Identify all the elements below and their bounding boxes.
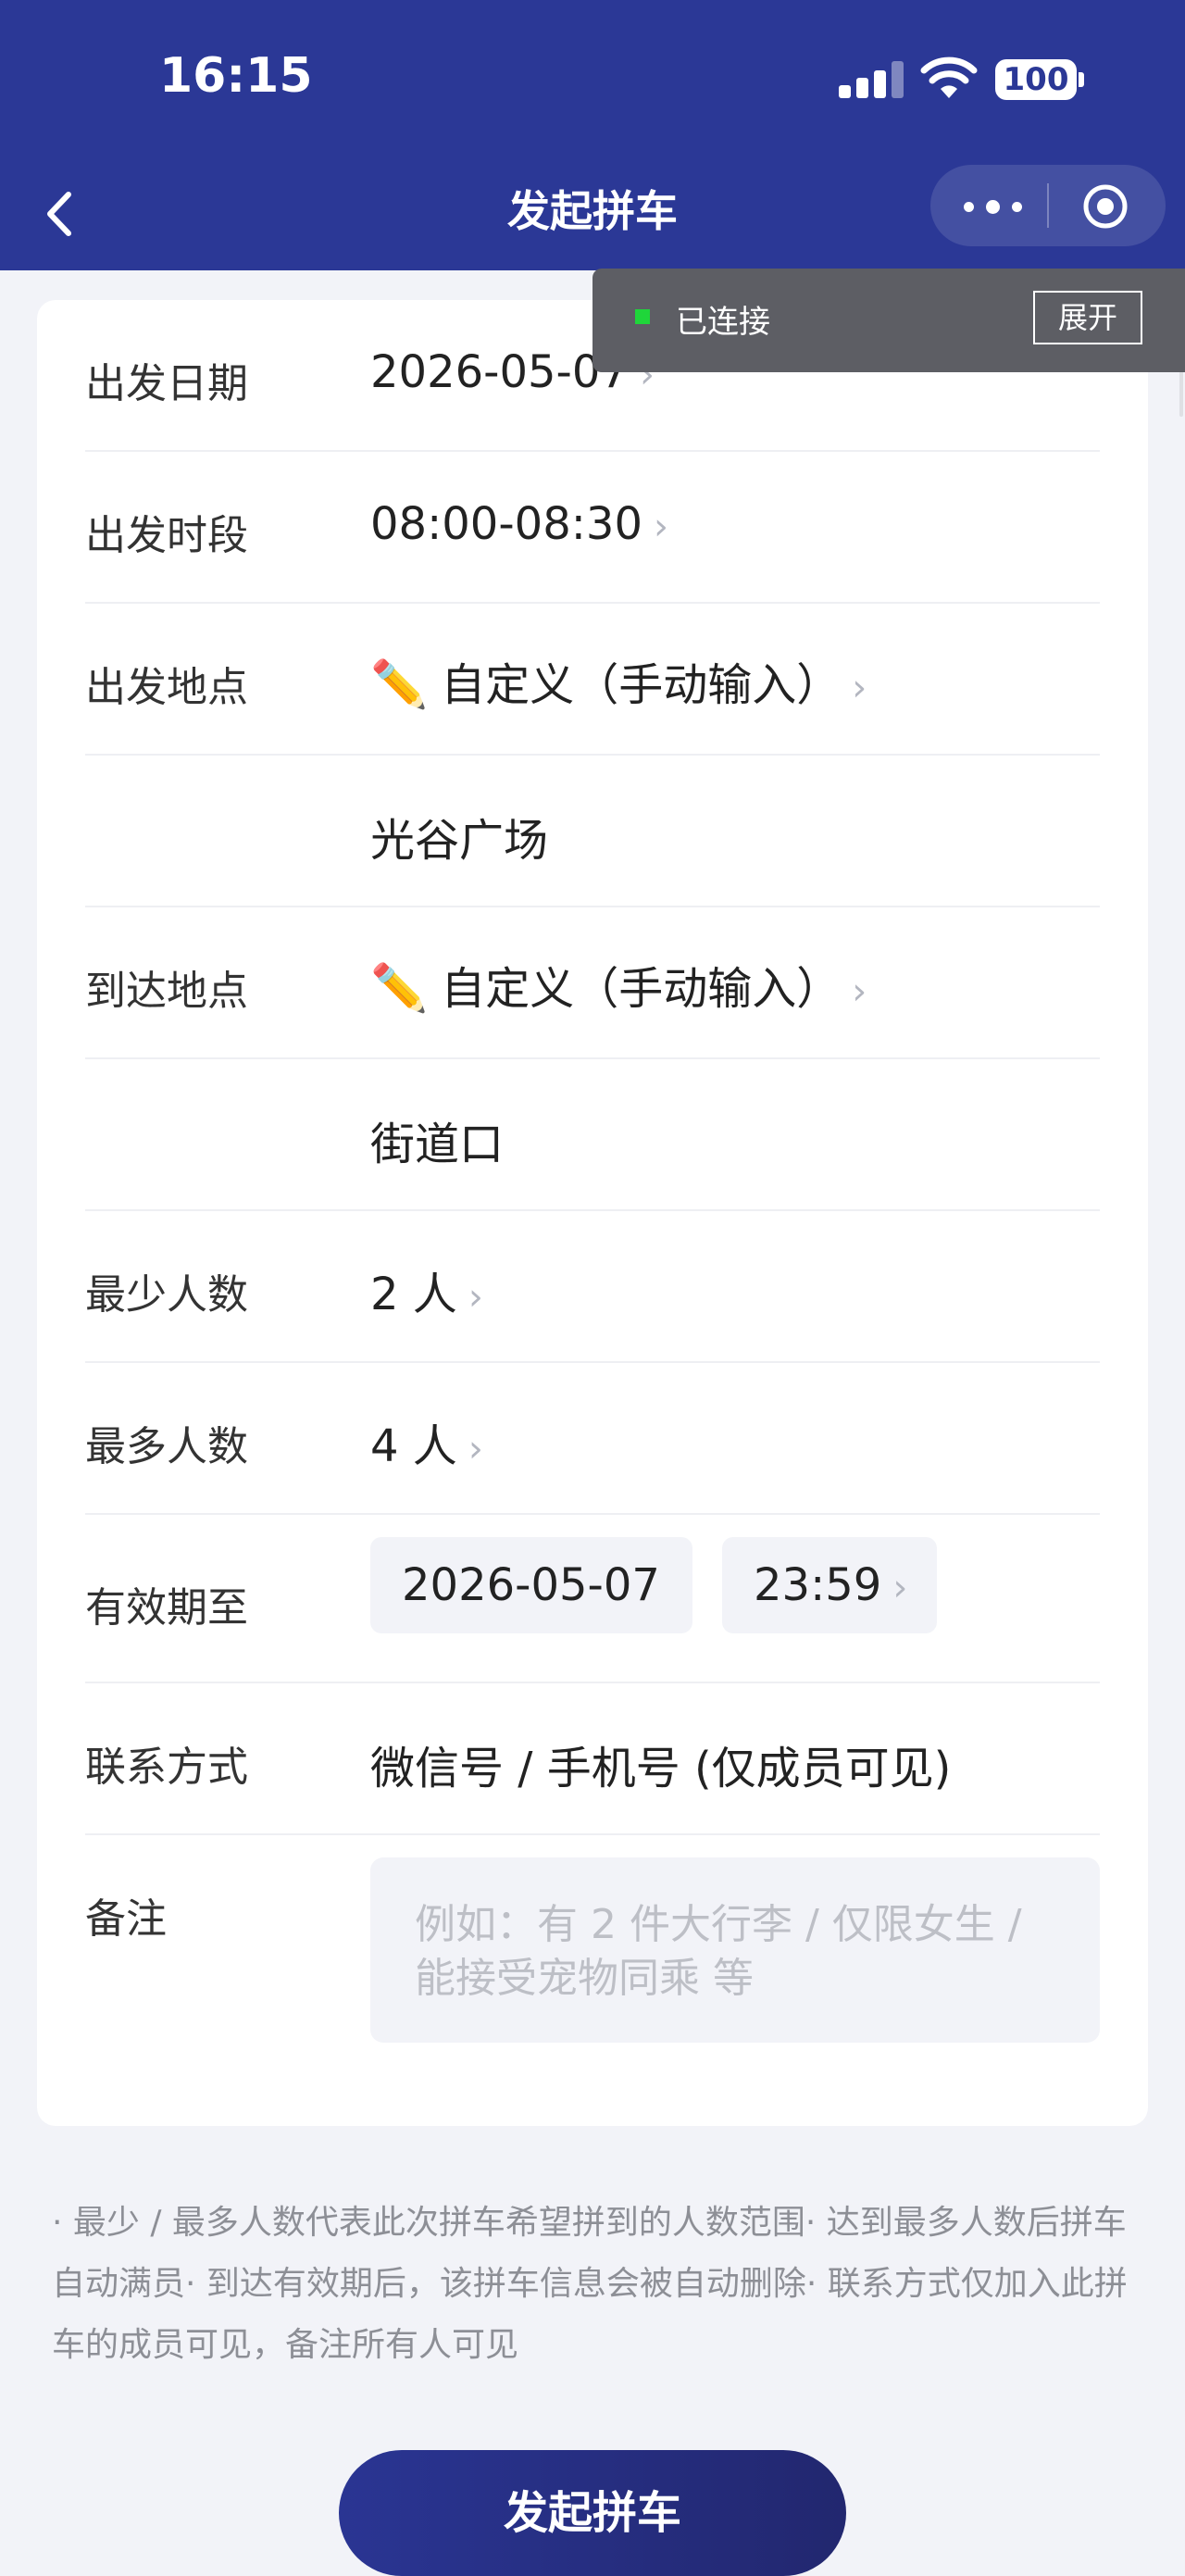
contact-row[interactable]: 联系方式 微信号 / 手机号 (仅成员可见): [85, 1683, 1100, 1835]
pencil-icon: ✏️: [370, 657, 429, 711]
time-slot-label: 出发时段: [85, 512, 248, 559]
note-row: 备注 例如：有 2 件大行李 / 仅限女生 / 能接受宠物同乘 等: [85, 1835, 1100, 2113]
min-people-label: 最少人数: [85, 1271, 248, 1319]
status-bar: 16:15 100: [0, 0, 1185, 157]
time-slot-value[interactable]: 08:00-08:30 ›: [370, 498, 668, 550]
max-people-label: 最多人数: [85, 1423, 248, 1470]
departure-row[interactable]: 出发地点 ✏️ 自定义（手动输入） ›: [85, 604, 1100, 756]
max-people-row[interactable]: 最多人数 4 人 ›: [85, 1363, 1100, 1515]
battery-icon: 100: [995, 59, 1077, 100]
signal-icon: [839, 61, 904, 98]
valid-until-label: 有效期至: [85, 1584, 248, 1632]
departure-mode-text: 自定义（手动输入）: [441, 659, 842, 711]
connection-toast: 已连接 展开: [592, 269, 1185, 372]
connected-dot-icon: [635, 309, 650, 324]
pencil-icon: ✏️: [370, 961, 429, 1015]
rules-hint: · 最少 / 最多人数代表此次拼车希望拼到的人数范围· 达到最多人数后拼车自动满…: [52, 2204, 1128, 2364]
chevron-right-icon: ›: [468, 1428, 483, 1470]
valid-until-time-picker[interactable]: 23:59 ›: [722, 1537, 937, 1633]
arrival-mode[interactable]: ✏️ 自定义（手动输入） ›: [370, 952, 867, 1017]
more-icon[interactable]: [964, 181, 1023, 230]
arrival-text-row[interactable]: 街道口: [85, 1059, 1100, 1211]
max-people-value[interactable]: 4 人 ›: [370, 1409, 483, 1474]
contact-label: 联系方式: [85, 1744, 248, 1791]
connection-status: 已连接: [676, 304, 770, 341]
submit-carpool-button[interactable]: 发起拼车: [339, 2450, 846, 2576]
mini-program-capsule: [930, 165, 1166, 246]
valid-until-date-picker[interactable]: 2026-05-07: [370, 1537, 692, 1633]
max-people-text: 4 人: [370, 1420, 457, 1472]
time-slot-text: 08:00-08:30: [370, 498, 642, 550]
expand-button[interactable]: 展开: [1033, 291, 1142, 344]
back-icon[interactable]: [37, 181, 93, 246]
wifi-icon: [920, 56, 978, 98]
nav-bar: 发起拼车: [0, 157, 1185, 270]
arrival-input[interactable]: 街道口: [370, 1107, 504, 1172]
chevron-right-icon: ›: [852, 970, 867, 1013]
status-time: 16:15: [159, 48, 313, 104]
close-target-icon[interactable]: [1082, 183, 1129, 230]
departure-text-row[interactable]: 光谷广场: [85, 756, 1100, 907]
capsule-divider: [1047, 183, 1049, 228]
note-label: 备注: [85, 1895, 167, 1943]
departure-mode[interactable]: ✏️ 自定义（手动输入） ›: [370, 648, 867, 713]
battery-nub: [1079, 72, 1084, 87]
valid-until-time: 23:59: [754, 1559, 882, 1611]
note-textarea[interactable]: 例如：有 2 件大行李 / 仅限女生 / 能接受宠物同乘 等: [370, 1857, 1100, 2043]
chevron-right-icon: ›: [852, 667, 867, 709]
departure-input[interactable]: 光谷广场: [370, 804, 548, 869]
departure-label: 出发地点: [85, 664, 248, 711]
chevron-right-icon: ›: [653, 506, 668, 548]
arrival-row[interactable]: 到达地点 ✏️ 自定义（手动输入） ›: [85, 907, 1100, 1059]
form-card: 出发日期 2026-05-07 › 出发时段 08:00-08:30 › 出发地点 …: [37, 300, 1148, 2126]
date-label: 出发日期: [85, 360, 248, 407]
valid-until-date: 2026-05-07: [402, 1559, 660, 1611]
min-people-text: 2 人: [370, 1269, 457, 1320]
contact-input[interactable]: 微信号 / 手机号 (仅成员可见): [370, 1732, 951, 1796]
arrival-label: 到达地点: [85, 968, 248, 1015]
time-slot-row[interactable]: 出发时段 08:00-08:30 ›: [85, 452, 1100, 604]
arrival-mode-text: 自定义（手动输入）: [441, 963, 842, 1015]
chevron-right-icon: ›: [892, 1567, 908, 1609]
valid-until-row: 有效期至 2026-05-07 23:59 ›: [85, 1515, 1100, 1683]
min-people-value[interactable]: 2 人 ›: [370, 1257, 483, 1322]
chevron-right-icon: ›: [468, 1276, 483, 1319]
min-people-row[interactable]: 最少人数 2 人 ›: [85, 1211, 1100, 1363]
date-text: 2026-05-07: [370, 346, 629, 398]
